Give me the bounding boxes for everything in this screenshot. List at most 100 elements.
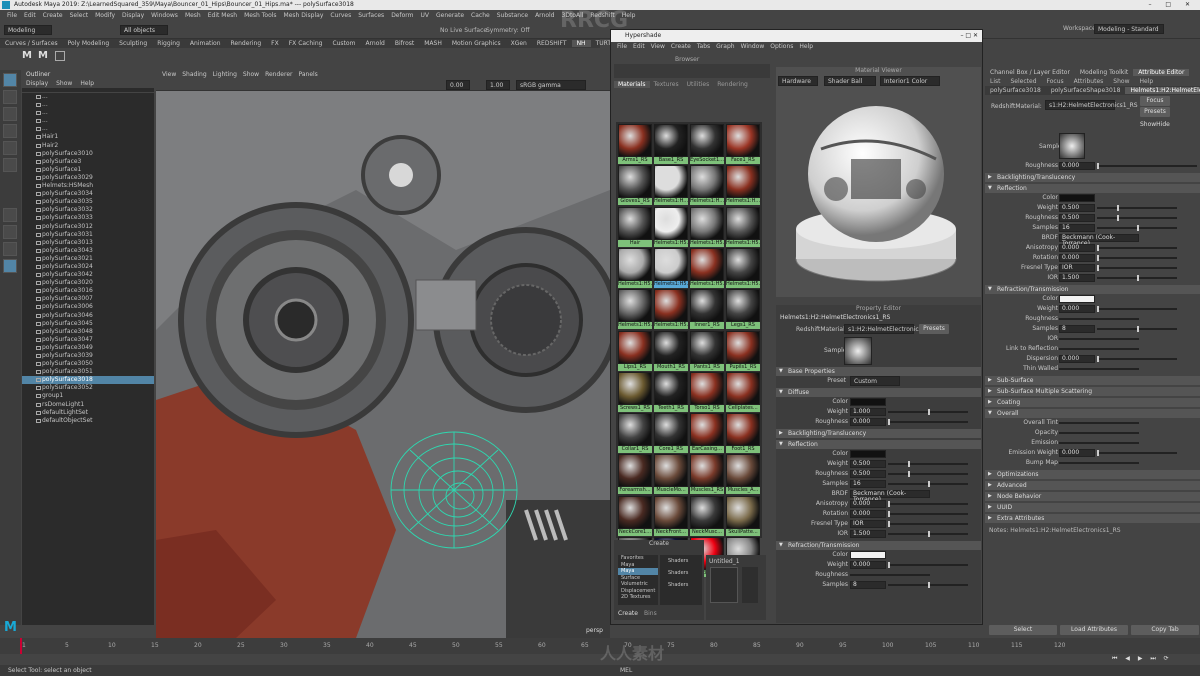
outliner-item[interactable]: polySurface3047 [22, 336, 154, 344]
hypershade-menu-options[interactable]: Options [770, 43, 793, 50]
menu-modify[interactable]: Modify [95, 12, 115, 19]
layout-two-icon[interactable] [3, 242, 17, 256]
material-swatch[interactable]: Arms1_RS [618, 124, 652, 165]
ae-refl-slider-handle[interactable] [1137, 225, 1139, 231]
outliner-item[interactable]: polySurface3050 [22, 360, 154, 368]
ae-refl-slider[interactable] [1097, 275, 1177, 281]
outliner-item[interactable]: polySurface3046 [22, 312, 154, 320]
symmetry-label[interactable]: Symmetry: Off [486, 27, 529, 34]
hypershade-menu-file[interactable]: File [617, 43, 627, 50]
ae-section-advanced[interactable]: Advanced [985, 481, 1200, 490]
ae-refr-slider[interactable] [1059, 368, 1139, 370]
outliner-item[interactable]: polySurface3010 [22, 150, 154, 158]
pe-refl-slider-handle[interactable] [908, 461, 910, 467]
material-swatch[interactable]: MuscleMo... [654, 454, 688, 495]
outliner-item[interactable]: polySurface1 [22, 166, 154, 174]
shelf-tool-box-icon[interactable] [55, 51, 65, 61]
outliner-item[interactable]: polySurface3007 [22, 295, 154, 303]
ae-button-select[interactable]: Select [989, 625, 1057, 635]
ae-over-slider[interactable] [1059, 432, 1139, 434]
shelf-tab-rigging[interactable]: Rigging [152, 40, 185, 47]
material-swatch[interactable]: Base1_RS [654, 124, 688, 165]
renderer-dropdown[interactable]: Hardware [778, 76, 818, 86]
browser-tab-utilities[interactable]: Utilities [683, 81, 714, 88]
pe-refr-slider[interactable] [888, 582, 968, 588]
outliner-item[interactable]: polySurface3052 [22, 384, 154, 392]
outliner-item[interactable]: polySurface3020 [22, 279, 154, 287]
material-swatch[interactable]: Hair [618, 206, 652, 248]
material-swatch[interactable]: Teeth1_RS [654, 371, 688, 413]
material-swatch[interactable]: Helmets1:H... [690, 165, 724, 206]
viewport-menu-shading[interactable]: Shading [182, 71, 206, 78]
graph-node[interactable] [710, 567, 738, 603]
create-list-item[interactable]: Shaders [660, 579, 702, 591]
shelf-tab-xgen[interactable]: XGen [506, 40, 532, 47]
material-swatch[interactable]: Inner1_RS [690, 289, 724, 330]
section-refraction[interactable]: Refraction/Transmission [776, 541, 981, 550]
material-swatch[interactable]: Helmets1:H5... [654, 289, 688, 330]
material-swatch[interactable]: Helmets1:H5... [618, 289, 652, 330]
outliner-item[interactable]: ... [22, 101, 154, 109]
ae-menu-help[interactable]: Help [1134, 78, 1158, 85]
pe-refr-slider-handle[interactable] [888, 562, 890, 568]
menu-mesh-tools[interactable]: Mesh Tools [244, 12, 276, 19]
outliner-item[interactable]: ... [22, 93, 154, 101]
material-swatch[interactable]: Collar1_RS [618, 413, 652, 454]
ae-section-subsurface[interactable]: Sub-Surface [985, 376, 1200, 385]
create-tab-button[interactable]: Create [618, 610, 638, 617]
ae-refr-slider[interactable] [1097, 356, 1177, 362]
menu-redshift[interactable]: Redshift [590, 12, 614, 19]
shelf-tab-animation[interactable]: Animation [185, 40, 226, 47]
lasso-tool-icon[interactable] [3, 90, 17, 104]
outliner-item[interactable]: rsDomeLight1 [22, 401, 154, 409]
ae-menu-show[interactable]: Show [1108, 78, 1134, 85]
ae-roughness-field[interactable]: 0.000 [1059, 162, 1095, 170]
material-swatch[interactable]: Helmets1:H5... [690, 206, 724, 248]
menu-generate[interactable]: Generate [436, 12, 464, 19]
ae-presets-button[interactable]: Presets [1140, 107, 1170, 117]
outliner-item[interactable]: polySurface3042 [22, 271, 154, 279]
pe-diffuse-slider-handle[interactable] [888, 419, 890, 425]
ae-refr-slider-handle[interactable] [1137, 326, 1139, 332]
outliner-item[interactable]: polySurface3021 [22, 255, 154, 263]
ae-section-reflection[interactable]: Reflection [985, 184, 1200, 193]
shelf-tool-m2-icon[interactable]: M [38, 50, 52, 62]
ae-tab-modeling-toolkit[interactable]: Modeling Toolkit [1075, 69, 1133, 76]
viewport-panel[interactable]: View Shading Lighting Show Renderer Panels 0.… [156, 70, 610, 638]
menu-edit-mesh[interactable]: Edit Mesh [208, 12, 237, 19]
menu-arnold[interactable]: Arnold [535, 12, 554, 19]
hypershade-menu-graph[interactable]: Graph [716, 43, 734, 50]
pe-refl-slider-handle[interactable] [888, 521, 890, 527]
ae-refl-slider[interactable] [1097, 255, 1177, 261]
viewport-scene[interactable] [156, 70, 610, 638]
browser-tab-materials[interactable]: Materials [614, 81, 650, 88]
ae-over-slider[interactable] [1059, 442, 1139, 444]
section-base-properties[interactable]: Base Properties [776, 367, 981, 376]
ae-section-backlighting[interactable]: Backlighting/Translucency [985, 173, 1200, 182]
ae-menu-focus[interactable]: Focus [1042, 78, 1069, 85]
outliner-item[interactable]: polySurface3048 [22, 328, 154, 336]
outliner-item[interactable]: group1 [22, 392, 154, 400]
outliner-item[interactable]: polySurface3013 [22, 239, 154, 247]
menu-deform[interactable]: Deform [391, 12, 413, 19]
shelf-tab-mash[interactable]: MASH [419, 40, 447, 47]
ae-section-optimizations[interactable]: Optimizations [985, 470, 1200, 479]
menu-select[interactable]: Select [70, 12, 89, 19]
material-swatch[interactable]: NeckCore1... [618, 495, 652, 537]
selection-mode-dropdown[interactable]: All objects [120, 25, 168, 35]
camera-near-field[interactable]: 0.00 [446, 80, 470, 90]
menu-set-dropdown[interactable]: Modeling [4, 25, 52, 35]
rotate-tool-icon[interactable] [3, 141, 17, 155]
material-swatch[interactable]: Helmets1:H5... [690, 247, 724, 289]
shelf-tab-sculpting[interactable]: Sculpting [114, 40, 152, 47]
browser-tab-textures[interactable]: Textures [650, 81, 683, 88]
outliner-item[interactable]: ... [22, 117, 154, 125]
menu-curves[interactable]: Curves [330, 12, 351, 19]
menu-uv[interactable]: UV [421, 12, 430, 19]
paint-select-tool-icon[interactable] [3, 107, 17, 121]
material-swatch[interactable]: Cellplates... [726, 371, 760, 413]
ae-refr-slider-handle[interactable] [1097, 356, 1099, 362]
outliner-item[interactable]: polySurface3045 [22, 320, 154, 328]
ae-node-tab[interactable]: polySurface3018 [985, 87, 1046, 94]
pe-refl-value[interactable]: 16 [850, 480, 886, 488]
